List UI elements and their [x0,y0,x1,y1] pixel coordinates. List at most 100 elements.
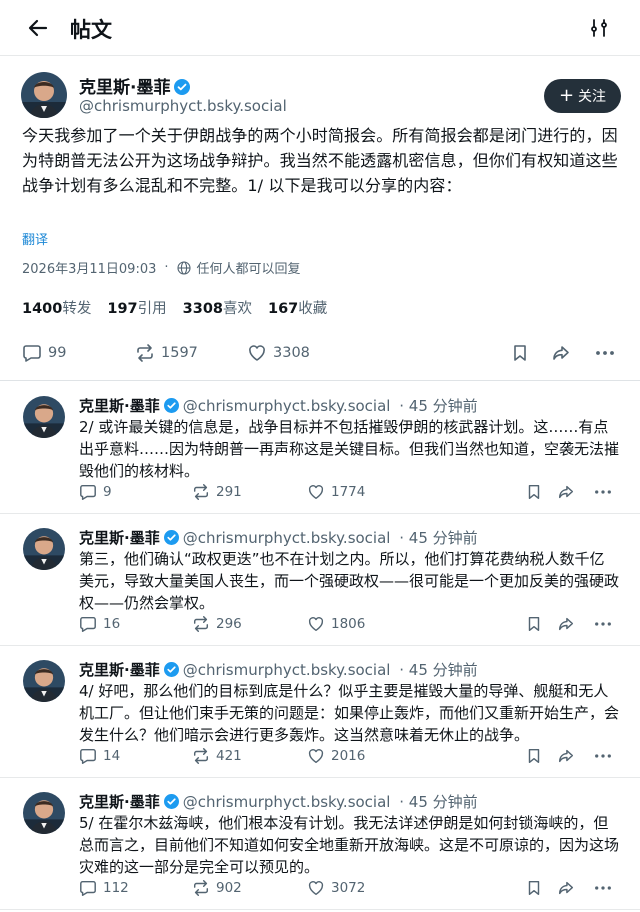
like-count: 2016 [331,748,366,764]
reply-time: · 45 分钟前 [399,529,478,547]
more-options-icon[interactable] [594,343,616,363]
share-button[interactable] [557,879,575,897]
repost-count: 291 [216,484,242,500]
like-button[interactable]: 1774 [307,483,365,501]
repost-icon [192,483,210,501]
reply-button[interactable]: 9 [79,483,112,501]
bookmark-button[interactable] [525,879,543,897]
reply-time: · 45 分钟前 [399,793,478,811]
verified-badge-icon [163,530,179,545]
back-arrow-icon[interactable] [26,16,50,40]
heart-icon [307,483,325,501]
bookmark-icon [510,343,530,363]
repost-icon [192,747,210,765]
reply-button[interactable]: 112 [79,879,129,897]
translate-link[interactable]: 翻译 [22,229,48,248]
globe-icon [176,260,191,275]
reply-time: · 45 分钟前 [399,661,478,679]
verified-badge-icon [174,79,191,95]
repost-button[interactable]: 296 [192,615,242,633]
heart-icon [307,747,325,765]
author-name[interactable]: 克里斯·墨菲 [79,793,160,811]
share-button[interactable] [557,483,575,501]
like-button[interactable]: 3072 [307,879,365,897]
more-options-icon[interactable] [593,747,613,765]
avatar[interactable] [23,528,65,570]
share-button[interactable] [551,343,571,363]
repost-button[interactable]: 902 [192,879,242,897]
post-timestamp: 2026年3月11日09:03 [22,262,157,277]
repost-button[interactable]: 291 [192,483,242,501]
repost-icon [192,615,210,633]
bookmark-icon [525,879,543,897]
bookmark-button[interactable] [525,747,543,765]
verified-badge-icon [163,794,179,809]
like-count: 1774 [331,484,366,500]
author-handle[interactable]: @chrismurphyct.bsky.social [183,793,391,811]
like-count: 3072 [331,880,366,896]
top-bar: 帖文 [0,0,640,56]
like-button[interactable]: 3308 [247,343,310,363]
repost-icon [192,879,210,897]
reply-actions: 14 421 2016 [79,747,619,767]
avatar[interactable] [21,72,67,118]
reply-post[interactable]: 克里斯·墨菲 @chrismurphyct.bsky.social · 45 分钟… [0,382,640,514]
reply-button[interactable]: 16 [79,615,120,633]
stat-likes[interactable]: 3308喜欢 [183,297,252,318]
reply-text: 2/ 或许最关键的信息是，战争目标并不包括摧毁伊朗的核武器计划。这……有点出乎意… [79,418,620,480]
stat-bookmarks[interactable]: 167收藏 [268,297,327,318]
bookmark-icon [525,483,543,501]
filter-settings-icon[interactable] [588,17,610,39]
author-name[interactable]: 克里斯·墨菲 [79,529,160,547]
post-actions: 99 1597 3308 [22,343,620,365]
author-name[interactable]: 克里斯·墨菲 [79,397,160,415]
stat-reposts[interactable]: 1400转发 [22,297,91,318]
author-handle[interactable]: @chrismurphyct.bsky.social [183,397,391,415]
reply-text: 第三，他们确认“政权更迭”也不在计划之内。所以，他们打算花费纳税人数千亿美元，导… [79,550,620,612]
reply-count: 112 [103,880,129,896]
author-name[interactable]: 克里斯·墨菲 [79,73,191,98]
avatar[interactable] [23,792,65,834]
plus-icon: + [558,85,575,106]
reply-post[interactable]: 克里斯·墨菲 @chrismurphyct.bsky.social · 45 分钟… [0,778,640,910]
reply-button[interactable]: 14 [79,747,120,765]
share-button[interactable] [557,747,575,765]
follow-label: 关注 [578,89,607,105]
reply-header: 克里斯·墨菲 @chrismurphyct.bsky.social · 45 分钟… [79,527,478,548]
reply-icon [22,343,42,363]
reply-icon [79,747,97,765]
like-button[interactable]: 1806 [307,615,365,633]
author-handle[interactable]: @chrismurphyct.bsky.social [183,661,391,679]
bookmark-button[interactable] [525,615,543,633]
post-meta: 2026年3月11日09:03 · 任何人都可以回复 [22,260,301,277]
avatar[interactable] [23,660,65,702]
heart-icon [247,343,267,363]
stat-quotes[interactable]: 197引用 [107,297,166,318]
repost-button[interactable]: 1597 [135,343,198,363]
follow-button[interactable]: + 关注 [544,79,621,113]
like-button[interactable]: 2016 [307,747,365,765]
author-name[interactable]: 克里斯·墨菲 [79,661,160,679]
bookmark-button[interactable] [525,483,543,501]
reply-post[interactable]: 克里斯·墨菲 @chrismurphyct.bsky.social · 45 分钟… [0,514,640,646]
author-handle[interactable]: @chrismurphyct.bsky.social [79,97,287,115]
reply-header: 克里斯·墨菲 @chrismurphyct.bsky.social · 45 分钟… [79,791,478,812]
more-options-icon[interactable] [593,879,613,897]
reply-post[interactable]: 克里斯·墨菲 @chrismurphyct.bsky.social · 45 分钟… [0,646,640,778]
avatar[interactable] [23,396,65,438]
share-button[interactable] [557,615,575,633]
reply-icon [79,879,97,897]
reply-button[interactable]: 99 [22,343,66,363]
bookmark-button[interactable] [510,343,530,363]
more-options-icon[interactable] [593,483,613,501]
like-count: 3308 [273,345,310,361]
repost-count: 1597 [161,345,198,361]
page-title: 帖文 [70,18,112,42]
repost-button[interactable]: 421 [192,747,242,765]
main-post: 克里斯·墨菲 @chrismurphyct.bsky.social + 关注 今… [0,57,640,381]
reply-setting: 任何人都可以回复 [196,262,301,277]
share-icon [551,343,571,363]
more-options-icon[interactable] [593,615,613,633]
share-icon [557,879,575,897]
author-handle[interactable]: @chrismurphyct.bsky.social [183,529,391,547]
